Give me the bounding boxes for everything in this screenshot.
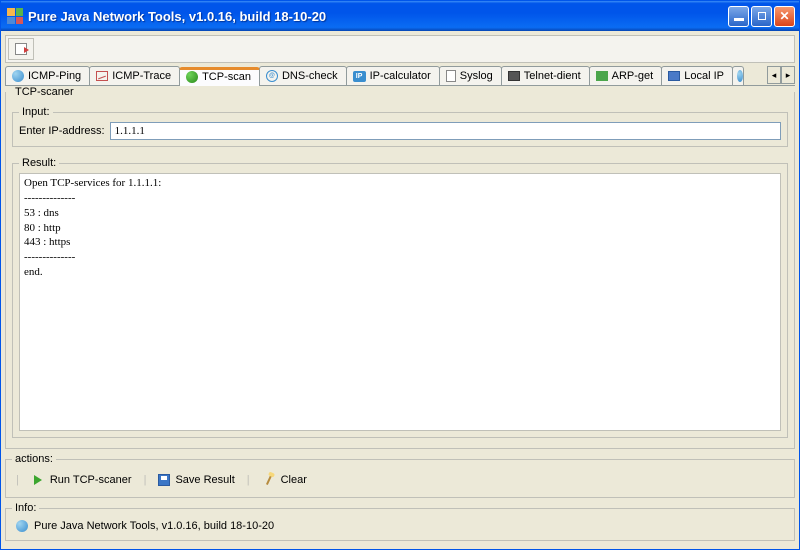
- result-output[interactable]: Open TCP-services for 1.1.1.1: ---------…: [19, 173, 781, 431]
- tab-tcp-scan[interactable]: TCP-scan: [179, 67, 260, 86]
- tcp-scanner-panel: TCP-scaner Input: Enter IP-address: Resu…: [5, 86, 795, 449]
- tabbar: ICMP-PingICMP-TraceTCP-scan@DNS-checkIPI…: [5, 66, 795, 86]
- info-legend: Info:: [12, 502, 39, 514]
- maximize-button[interactable]: [751, 6, 772, 27]
- ip-address-input[interactable]: [110, 122, 781, 140]
- brush-icon: [262, 473, 276, 487]
- info-text: Pure Java Network Tools, v1.0.16, build …: [34, 520, 274, 532]
- save-icon: [158, 474, 170, 486]
- globe-icon: [12, 70, 24, 82]
- lip-icon: [668, 71, 680, 81]
- dns-icon: @: [266, 70, 278, 82]
- tab-dns-check[interactable]: @DNS-check: [259, 66, 347, 85]
- info-fieldset: Info: Pure Java Network Tools, v1.0.16, …: [5, 502, 795, 541]
- exit-icon: [15, 43, 27, 55]
- telnet-icon: [508, 71, 520, 81]
- tab-scroll: ◂▸: [767, 66, 795, 84]
- minimize-button[interactable]: [728, 6, 749, 27]
- close-button[interactable]: ✕: [774, 6, 795, 27]
- result-fieldset: Result: Open TCP-services for 1.1.1.1: -…: [12, 157, 788, 438]
- play-icon: [31, 473, 45, 487]
- page-icon: [446, 70, 456, 82]
- globe-icon: [16, 520, 28, 532]
- tab-ip-calculator[interactable]: IPIP-calculator: [346, 66, 440, 85]
- tab-scroll-left[interactable]: ◂: [767, 66, 781, 84]
- tab-icmp-trace[interactable]: ICMP-Trace: [89, 66, 180, 85]
- save-button[interactable]: Save Result: [152, 472, 240, 488]
- exit-button[interactable]: [8, 38, 34, 60]
- input-fieldset: Input: Enter IP-address:: [12, 106, 788, 147]
- input-legend: Input:: [19, 106, 53, 118]
- tab-overflow[interactable]: [732, 66, 744, 85]
- titlebar[interactable]: Pure Java Network Tools, v1.0.16, build …: [1, 1, 799, 31]
- tab-syslog[interactable]: Syslog: [439, 66, 502, 85]
- actions-fieldset: actions: | Run TCP-scaner | Save Result …: [5, 453, 795, 498]
- run-button[interactable]: Run TCP-scaner: [25, 471, 138, 489]
- actions-legend: actions:: [12, 453, 56, 465]
- ip-icon: IP: [353, 71, 366, 82]
- tab-scroll-right[interactable]: ▸: [781, 66, 795, 84]
- tab-local-ip[interactable]: Local IP: [661, 66, 733, 85]
- panel-legend: TCP-scaner: [12, 86, 77, 98]
- trace-icon: [96, 71, 108, 81]
- tab-icmp-ping[interactable]: ICMP-Ping: [5, 66, 90, 85]
- arp-icon: [596, 71, 608, 81]
- globe-icon: [737, 70, 743, 82]
- clear-button[interactable]: Clear: [256, 471, 313, 489]
- toolbar: [5, 35, 795, 63]
- result-legend: Result:: [19, 157, 59, 169]
- input-label: Enter IP-address:: [19, 125, 105, 137]
- green-icon: [186, 71, 198, 83]
- tab-arp-get[interactable]: ARP-get: [589, 66, 663, 85]
- app-icon: [7, 8, 23, 24]
- tab-telnet-dient[interactable]: Telnet-dient: [501, 66, 590, 85]
- window-title: Pure Java Network Tools, v1.0.16, build …: [28, 9, 728, 24]
